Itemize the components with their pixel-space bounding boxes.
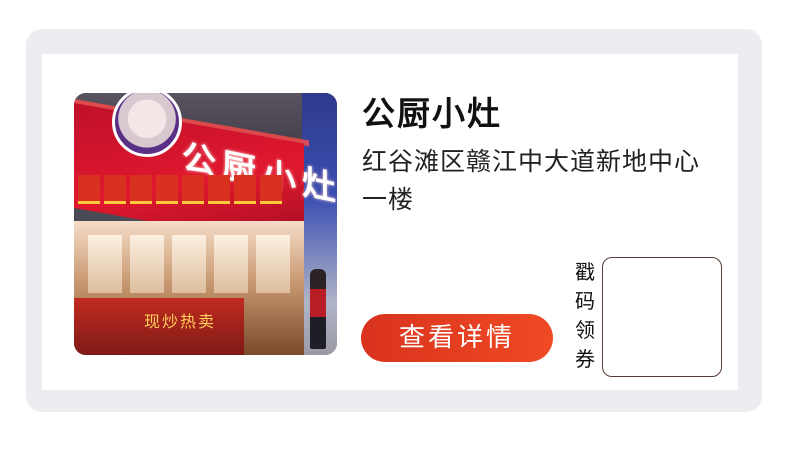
- photo-window: [88, 235, 122, 293]
- stamp-label-char: 券: [575, 347, 595, 371]
- photo-window: [172, 235, 206, 293]
- photo-window: [256, 235, 290, 293]
- stamp-label-char: 码: [575, 289, 595, 313]
- stamp-coupon-label: 戳 码 领 券: [572, 258, 598, 374]
- photo-menu-banners: [74, 175, 337, 215]
- photo-window: [214, 235, 248, 293]
- view-details-button[interactable]: 查看详情: [361, 314, 553, 362]
- store-address: 红谷滩区赣江中大道新地中心一楼: [362, 147, 701, 214]
- stamp-label-char: 领: [575, 318, 595, 342]
- photo-window: [130, 235, 164, 293]
- stamp-label-char: 戳: [575, 260, 595, 284]
- coupon-stamp-box[interactable]: [602, 257, 722, 377]
- store-name: 公厨小灶: [362, 94, 502, 133]
- photo-person: [310, 269, 326, 349]
- store-photo: 公厨小灶 现炒热卖: [74, 93, 337, 355]
- photo-counter-text: 现炒热卖: [144, 312, 217, 331]
